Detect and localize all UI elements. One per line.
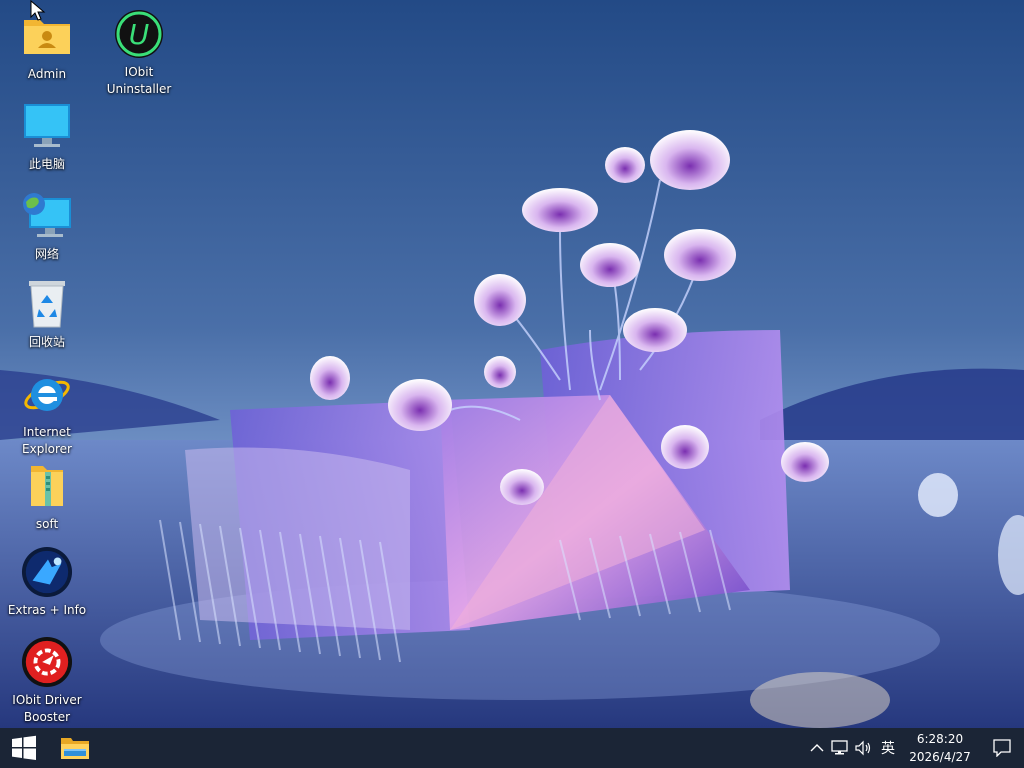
desktop-icon-this-pc[interactable]: 此电脑 [4,100,90,173]
computer-icon [21,100,73,152]
desktop-icon-network[interactable]: 网络 [4,190,90,263]
desktop-wallpaper [0,0,1024,728]
desktop-icon-label: 回收站 [28,335,65,349]
desktop-icon-extras-info[interactable]: Extras + Info [4,546,90,619]
extras-info-icon [21,546,73,598]
desktop-icon-recycle-bin[interactable]: 回收站 [4,278,90,351]
desktop-icon-admin[interactable]: Admin [4,10,90,83]
start-button[interactable] [0,728,48,768]
chevron-up-icon [810,744,824,752]
file-explorer-icon [61,738,89,759]
clock-time: 6:28:20 [916,732,964,746]
action-center-icon [993,739,1011,757]
svg-text:U: U [129,18,150,51]
desktop-icon-label: Admin [27,67,67,81]
desktop-icon-soft[interactable]: soft [4,460,90,533]
taskbar-clock[interactable]: 6:28:20 2026/4/27 [900,728,980,768]
desktop-icon-label: Internet Explorer [22,425,72,456]
recycle-bin-icon [21,278,73,330]
system-tray: 英 6:28:20 2026/4/27 [806,728,1024,768]
zip-folder-icon [21,460,73,512]
iobit-uninstaller-icon: U [113,8,165,60]
mouse-cursor-icon [30,0,46,21]
taskbar: 英 6:28:20 2026/4/27 [0,728,1024,768]
input-method-indicator[interactable]: 英 [876,728,900,768]
desktop-icon-iobit-uninstaller[interactable]: U IObit Uninstaller [96,8,182,98]
network-tray-icon [831,740,848,755]
desktop-icon-label: 此电脑 [28,157,65,171]
desktop-icon-label: IObit Driver Booster [12,693,82,724]
desktop-icon-driver-booster[interactable]: IObit Driver Booster [4,636,90,726]
show-hidden-icons-button[interactable] [806,728,828,768]
volume-icon [855,740,871,756]
taskbar-file-explorer-button[interactable] [48,728,102,768]
volume-button[interactable] [852,728,876,768]
network-tray-button[interactable] [828,728,852,768]
clock-date: 2026/4/27 [909,750,971,764]
desktop-icon-label: Extras + Info [7,603,87,617]
user-folder-icon [21,10,73,62]
windows-logo-icon [12,735,36,760]
desktop-icon-internet-explorer[interactable]: Internet Explorer [4,368,90,458]
action-center-button[interactable] [980,728,1024,768]
desktop-icon-label: IObit Uninstaller [106,65,172,96]
network-icon [21,190,73,242]
desktop-icon-label: soft [35,517,59,531]
internet-explorer-icon [21,368,73,420]
driver-booster-icon [21,636,73,688]
desktop-icon-label: 网络 [34,247,59,261]
